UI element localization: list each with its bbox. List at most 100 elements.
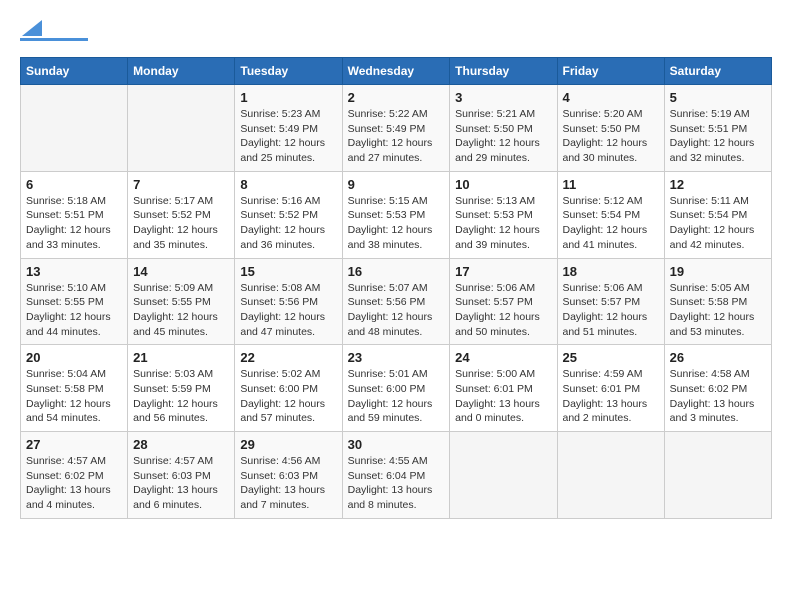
day-number: 15 bbox=[240, 264, 336, 279]
calendar-cell: 17 Sunrise: 5:06 AM Sunset: 5:57 PM Dayli… bbox=[450, 258, 557, 345]
day-detail: Sunrise: 5:09 AM Sunset: 5:55 PM Dayligh… bbox=[133, 281, 229, 340]
day-detail: Sunrise: 5:00 AM Sunset: 6:01 PM Dayligh… bbox=[455, 367, 551, 426]
day-number: 9 bbox=[348, 177, 445, 192]
calendar-cell: 25Sunrise: 4:59 AM Sunset: 6:01 PM Dayli… bbox=[557, 345, 664, 432]
calendar-week-row: 1 Sunrise: 5:23 AM Sunset: 5:49 PM Daylig… bbox=[21, 85, 772, 172]
day-detail: Sunrise: 5:03 AM Sunset: 5:59 PM Dayligh… bbox=[133, 367, 229, 426]
day-number: 29 bbox=[240, 437, 336, 452]
calendar-week-row: 20Sunrise: 5:04 AM Sunset: 5:58 PM Dayli… bbox=[21, 345, 772, 432]
day-number: 5 bbox=[670, 90, 766, 105]
logo-underline bbox=[20, 38, 88, 41]
weekday-header: Tuesday bbox=[235, 58, 342, 85]
day-number: 12 bbox=[670, 177, 766, 192]
day-detail: Sunrise: 5:19 AM Sunset: 5:51 PM Dayligh… bbox=[670, 107, 766, 166]
day-detail: Sunrise: 5:06 AM Sunset: 5:57 PM Dayligh… bbox=[563, 281, 659, 340]
calendar-cell: 22 Sunrise: 5:02 AM Sunset: 6:00 PM Dayli… bbox=[235, 345, 342, 432]
calendar-cell: 2 Sunrise: 5:22 AM Sunset: 5:49 PM Daylig… bbox=[342, 85, 450, 172]
calendar-cell: 18 Sunrise: 5:06 AM Sunset: 5:57 PM Dayli… bbox=[557, 258, 664, 345]
day-detail: Sunrise: 5:22 AM Sunset: 5:49 PM Dayligh… bbox=[348, 107, 445, 166]
calendar-cell bbox=[128, 85, 235, 172]
day-number: 4 bbox=[563, 90, 659, 105]
weekday-header: Friday bbox=[557, 58, 664, 85]
calendar-cell: 30Sunrise: 4:55 AM Sunset: 6:04 PM Dayli… bbox=[342, 432, 450, 519]
day-number: 21 bbox=[133, 350, 229, 365]
weekday-header: Wednesday bbox=[342, 58, 450, 85]
calendar-cell: 21 Sunrise: 5:03 AM Sunset: 5:59 PM Dayli… bbox=[128, 345, 235, 432]
day-detail: Sunrise: 5:20 AM Sunset: 5:50 PM Dayligh… bbox=[563, 107, 659, 166]
calendar-cell: 3 Sunrise: 5:21 AM Sunset: 5:50 PM Daylig… bbox=[450, 85, 557, 172]
calendar-cell: 13 Sunrise: 5:10 AM Sunset: 5:55 PM Dayli… bbox=[21, 258, 128, 345]
calendar-cell: 9 Sunrise: 5:15 AM Sunset: 5:53 PM Daylig… bbox=[342, 171, 450, 258]
day-number: 14 bbox=[133, 264, 229, 279]
day-detail: Sunrise: 5:13 AM Sunset: 5:53 PM Dayligh… bbox=[455, 194, 551, 253]
day-detail: Sunrise: 5:07 AM Sunset: 5:56 PM Dayligh… bbox=[348, 281, 445, 340]
weekday-header: Monday bbox=[128, 58, 235, 85]
calendar-cell bbox=[450, 432, 557, 519]
calendar-week-row: 27 Sunrise: 4:57 AM Sunset: 6:02 PM Dayli… bbox=[21, 432, 772, 519]
day-number: 8 bbox=[240, 177, 336, 192]
day-detail: Sunrise: 5:12 AM Sunset: 5:54 PM Dayligh… bbox=[563, 194, 659, 253]
calendar-cell: 29 Sunrise: 4:56 AM Sunset: 6:03 PM Dayli… bbox=[235, 432, 342, 519]
day-detail: Sunrise: 4:57 AM Sunset: 6:02 PM Dayligh… bbox=[26, 454, 122, 513]
day-number: 23 bbox=[348, 350, 445, 365]
day-number: 28 bbox=[133, 437, 229, 452]
calendar-cell: 11 Sunrise: 5:12 AM Sunset: 5:54 PM Dayli… bbox=[557, 171, 664, 258]
weekday-header: Thursday bbox=[450, 58, 557, 85]
day-number: 3 bbox=[455, 90, 551, 105]
day-detail: Sunrise: 5:08 AM Sunset: 5:56 PM Dayligh… bbox=[240, 281, 336, 340]
day-detail: Sunrise: 4:57 AM Sunset: 6:03 PM Dayligh… bbox=[133, 454, 229, 513]
day-number: 27 bbox=[26, 437, 122, 452]
day-detail: Sunrise: 5:02 AM Sunset: 6:00 PM Dayligh… bbox=[240, 367, 336, 426]
day-detail: Sunrise: 5:10 AM Sunset: 5:55 PM Dayligh… bbox=[26, 281, 122, 340]
calendar-cell: 28 Sunrise: 4:57 AM Sunset: 6:03 PM Dayli… bbox=[128, 432, 235, 519]
day-number: 7 bbox=[133, 177, 229, 192]
day-number: 22 bbox=[240, 350, 336, 365]
day-detail: Sunrise: 5:15 AM Sunset: 5:53 PM Dayligh… bbox=[348, 194, 445, 253]
calendar-week-row: 13 Sunrise: 5:10 AM Sunset: 5:55 PM Dayli… bbox=[21, 258, 772, 345]
day-detail: Sunrise: 4:56 AM Sunset: 6:03 PM Dayligh… bbox=[240, 454, 336, 513]
calendar-cell: 12 Sunrise: 5:11 AM Sunset: 5:54 PM Dayli… bbox=[664, 171, 771, 258]
day-detail: Sunrise: 5:23 AM Sunset: 5:49 PM Dayligh… bbox=[240, 107, 336, 166]
calendar-cell bbox=[557, 432, 664, 519]
day-number: 2 bbox=[348, 90, 445, 105]
calendar-cell: 8 Sunrise: 5:16 AM Sunset: 5:52 PM Daylig… bbox=[235, 171, 342, 258]
day-detail: Sunrise: 4:55 AM Sunset: 6:04 PM Dayligh… bbox=[348, 454, 445, 513]
day-detail: Sunrise: 5:21 AM Sunset: 5:50 PM Dayligh… bbox=[455, 107, 551, 166]
day-number: 11 bbox=[563, 177, 659, 192]
calendar-cell: 14 Sunrise: 5:09 AM Sunset: 5:55 PM Dayli… bbox=[128, 258, 235, 345]
day-number: 16 bbox=[348, 264, 445, 279]
day-number: 20 bbox=[26, 350, 122, 365]
logo bbox=[20, 20, 88, 41]
day-detail: Sunrise: 5:11 AM Sunset: 5:54 PM Dayligh… bbox=[670, 194, 766, 253]
calendar-cell bbox=[664, 432, 771, 519]
day-number: 1 bbox=[240, 90, 336, 105]
calendar-cell: 4 Sunrise: 5:20 AM Sunset: 5:50 PM Daylig… bbox=[557, 85, 664, 172]
weekday-header: Saturday bbox=[664, 58, 771, 85]
calendar-cell: 20Sunrise: 5:04 AM Sunset: 5:58 PM Dayli… bbox=[21, 345, 128, 432]
calendar-cell: 23Sunrise: 5:01 AM Sunset: 6:00 PM Dayli… bbox=[342, 345, 450, 432]
day-detail: Sunrise: 4:59 AM Sunset: 6:01 PM Dayligh… bbox=[563, 367, 659, 426]
calendar-cell: 27 Sunrise: 4:57 AM Sunset: 6:02 PM Dayli… bbox=[21, 432, 128, 519]
calendar-cell: 1 Sunrise: 5:23 AM Sunset: 5:49 PM Daylig… bbox=[235, 85, 342, 172]
calendar-table: SundayMondayTuesdayWednesdayThursdayFrid… bbox=[20, 57, 772, 519]
weekday-header: Sunday bbox=[21, 58, 128, 85]
calendar-week-row: 6Sunrise: 5:18 AM Sunset: 5:51 PM Daylig… bbox=[21, 171, 772, 258]
day-number: 18 bbox=[563, 264, 659, 279]
day-detail: Sunrise: 5:05 AM Sunset: 5:58 PM Dayligh… bbox=[670, 281, 766, 340]
page-header bbox=[20, 20, 772, 41]
calendar-cell: 7 Sunrise: 5:17 AM Sunset: 5:52 PM Daylig… bbox=[128, 171, 235, 258]
day-detail: Sunrise: 5:17 AM Sunset: 5:52 PM Dayligh… bbox=[133, 194, 229, 253]
day-detail: Sunrise: 5:18 AM Sunset: 5:51 PM Dayligh… bbox=[26, 194, 122, 253]
calendar-cell: 19Sunrise: 5:05 AM Sunset: 5:58 PM Dayli… bbox=[664, 258, 771, 345]
calendar-cell: 15 Sunrise: 5:08 AM Sunset: 5:56 PM Dayli… bbox=[235, 258, 342, 345]
weekday-header-row: SundayMondayTuesdayWednesdayThursdayFrid… bbox=[21, 58, 772, 85]
day-number: 13 bbox=[26, 264, 122, 279]
calendar-cell bbox=[21, 85, 128, 172]
day-detail: Sunrise: 5:06 AM Sunset: 5:57 PM Dayligh… bbox=[455, 281, 551, 340]
logo-arrow-icon bbox=[22, 20, 42, 36]
day-number: 17 bbox=[455, 264, 551, 279]
calendar-cell: 16 Sunrise: 5:07 AM Sunset: 5:56 PM Dayli… bbox=[342, 258, 450, 345]
day-number: 10 bbox=[455, 177, 551, 192]
day-detail: Sunrise: 4:58 AM Sunset: 6:02 PM Dayligh… bbox=[670, 367, 766, 426]
day-detail: Sunrise: 5:16 AM Sunset: 5:52 PM Dayligh… bbox=[240, 194, 336, 253]
